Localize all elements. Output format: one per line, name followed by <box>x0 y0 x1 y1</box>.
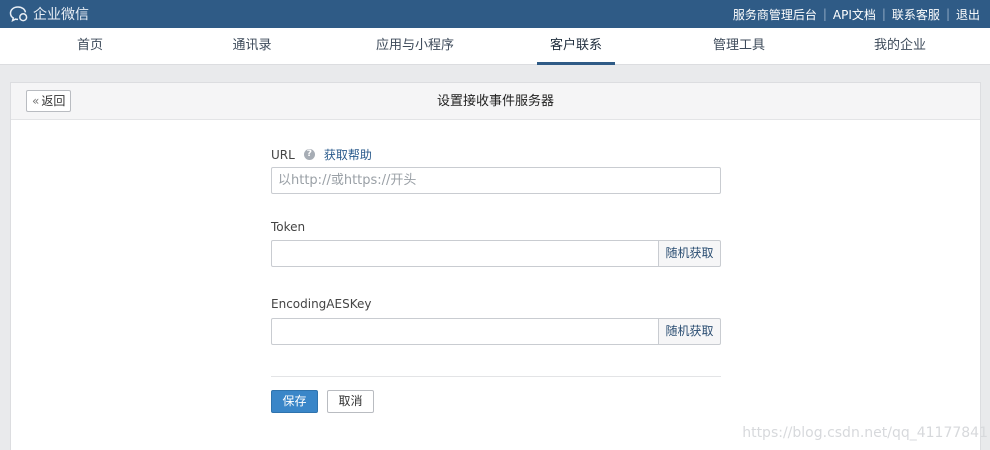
top-links: 服务商管理后台 | API文档 | 联系客服 | 退出 <box>733 0 980 28</box>
nav-my-company[interactable]: 我的企业 <box>860 28 940 65</box>
aes-key-input-group: 随机获取 <box>271 318 721 345</box>
main-nav: 首页 通讯录 应用与小程序 客户联系 管理工具 我的企业 <box>0 28 990 65</box>
nav-apps[interactable]: 应用与小程序 <box>365 28 465 65</box>
cancel-button[interactable]: 取消 <box>327 390 374 413</box>
panel-header: 设置接收事件服务器 « 返回 <box>11 83 980 120</box>
api-docs-link[interactable]: API文档 <box>833 6 876 23</box>
url-label: URL <box>271 147 295 162</box>
nav-management-tools[interactable]: 管理工具 <box>699 28 779 65</box>
token-label: Token <box>271 220 306 234</box>
form-divider <box>271 376 721 377</box>
chat-bubble-icon <box>9 6 28 23</box>
question-circle-icon[interactable]: ? <box>303 149 315 160</box>
nav-customer-contact[interactable]: 客户联系 <box>537 28 615 65</box>
nav-home[interactable]: 首页 <box>50 28 130 65</box>
aes-key-input[interactable] <box>271 318 659 345</box>
top-bar: 企业微信 服务商管理后台 | API文档 | 联系客服 | 退出 <box>0 0 990 28</box>
aes-key-random-button[interactable]: 随机获取 <box>658 318 721 345</box>
save-button[interactable]: 保存 <box>271 390 318 413</box>
watermark-text: https://blog.csdn.net/qq_41177841 <box>742 425 988 441</box>
aes-key-label: EncodingAESKey <box>271 297 372 311</box>
double-chevron-left-icon: « <box>32 94 40 108</box>
separator: | <box>881 7 886 21</box>
nav-contacts[interactable]: 通讯录 <box>212 28 292 65</box>
separator: | <box>945 7 950 21</box>
token-input-group: 随机获取 <box>271 240 721 267</box>
back-button[interactable]: « 返回 <box>26 90 72 112</box>
url-label-row: URL ? 获取帮助 <box>271 146 372 163</box>
back-label: 返回 <box>41 94 66 108</box>
contact-support-link[interactable]: 联系客服 <box>892 6 940 23</box>
logout-link[interactable]: 退出 <box>956 6 980 23</box>
token-random-button[interactable]: 随机获取 <box>658 240 721 267</box>
partner-admin-link[interactable]: 服务商管理后台 <box>733 6 817 23</box>
settings-panel: 设置接收事件服务器 « 返回 URL ? 获取帮助 Token 随机获取 Enc… <box>10 82 981 450</box>
app-name: 企业微信 <box>33 7 89 23</box>
get-help-link[interactable]: 获取帮助 <box>324 146 372 163</box>
separator: | <box>822 7 827 21</box>
token-input[interactable] <box>271 240 659 267</box>
app-logo[interactable]: 企业微信 <box>9 4 89 24</box>
url-input[interactable] <box>271 167 721 194</box>
page-title: 设置接收事件服务器 <box>436 94 554 109</box>
